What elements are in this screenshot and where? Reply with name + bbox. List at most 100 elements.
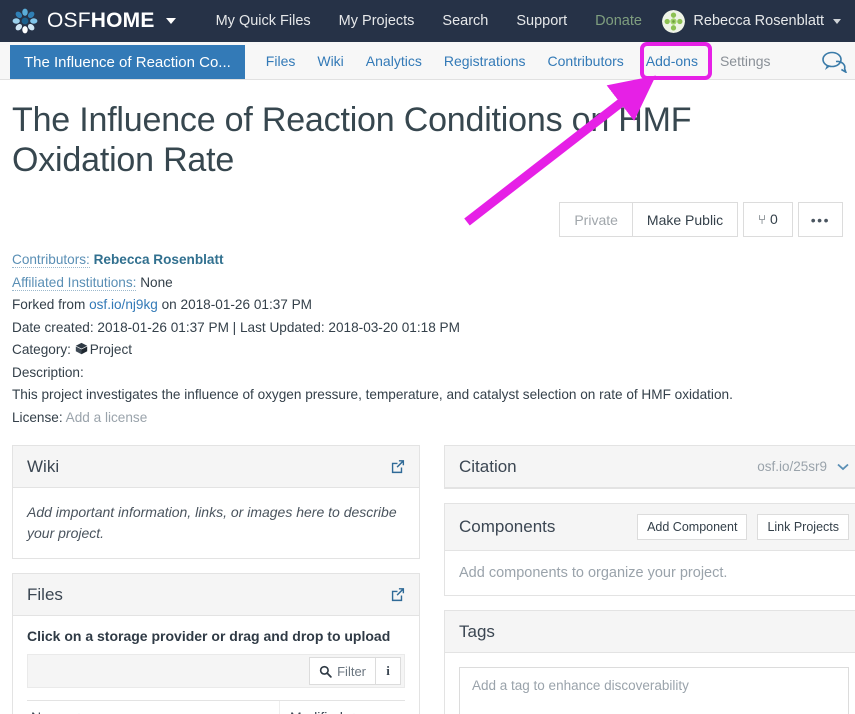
contributors-label[interactable]: Contributors: — [12, 252, 90, 268]
license-label: License: — [12, 410, 63, 425]
files-filter-bar: Filter i — [27, 654, 405, 688]
meta-category: Category: Project — [12, 339, 843, 362]
brand-label: OSFHOME — [47, 9, 155, 33]
meta-forked-from: Forked from osf.io/nj9kg on 2018-01-26 0… — [12, 294, 843, 317]
category-label: Category: — [12, 342, 71, 357]
nav-link-my-projects[interactable]: My Projects — [325, 0, 429, 42]
meta-license: License: Add a license — [12, 407, 843, 430]
external-link-icon[interactable] — [390, 459, 405, 474]
subnav-item-addons[interactable]: Add-ons — [635, 42, 709, 79]
components-panel-header: Components Add Component Link Projects — [445, 504, 855, 551]
meta-contributors: Contributors: Rebecca Rosenblatt — [12, 249, 843, 272]
left-column: Wiki Add important information, links, o… — [12, 445, 420, 714]
brand-home: HOME — [91, 9, 155, 32]
files-panel-actions — [390, 587, 405, 602]
nav-link-my-quick-files[interactable]: My Quick Files — [202, 0, 325, 42]
nav-link-support[interactable]: Support — [502, 0, 581, 42]
last-updated-value: 2018-03-20 01:18 PM — [328, 320, 460, 335]
forked-from-link[interactable]: osf.io/nj9kg — [89, 297, 158, 312]
subnav-item-files[interactable]: Files — [255, 42, 307, 79]
navbar-right: Rebecca Rosenblatt — [662, 10, 845, 33]
wiki-panel-title: Wiki — [27, 457, 59, 477]
project-tab[interactable]: The Influence of Reaction Co... — [10, 45, 245, 79]
subnav-item-wiki[interactable]: Wiki — [306, 42, 354, 79]
chat-bubble-icon[interactable] — [821, 49, 847, 73]
nav-link-search[interactable]: Search — [428, 0, 502, 42]
files-upload-prompt: Click on a storage provider or drag and … — [13, 616, 419, 644]
tags-panel: Tags Add a tag to enhance discoverabilit… — [444, 610, 855, 714]
filter-button[interactable]: Filter — [309, 657, 376, 685]
right-column: Citation osf.io/25sr9 Components Add Com… — [444, 445, 855, 714]
project-actions: Private Make Public ⑂0 ••• — [12, 202, 843, 237]
add-component-button[interactable]: Add Component — [637, 514, 747, 540]
more-options-button[interactable]: ••• — [798, 202, 843, 237]
files-panel: Files Click on a storage provider or dra… — [12, 573, 420, 714]
user-menu[interactable]: Rebecca Rosenblatt — [662, 10, 845, 33]
components-panel: Components Add Component Link Projects A… — [444, 503, 855, 596]
osf-logo-icon — [12, 8, 38, 34]
subnav-item-analytics[interactable]: Analytics — [355, 42, 433, 79]
components-panel-title: Components — [459, 517, 555, 537]
wiki-panel: Wiki Add important information, links, o… — [12, 445, 420, 559]
affiliated-institutions-label[interactable]: Affiliated Institutions: — [12, 275, 136, 291]
add-license-link[interactable]: Add a license — [66, 410, 148, 425]
user-name-label: Rebecca Rosenblatt — [693, 13, 824, 29]
nav-link-donate[interactable]: Donate — [581, 0, 656, 42]
brand-osf: OSF — [47, 9, 91, 32]
column-header-name-label: Name — [31, 709, 68, 714]
citation-panel-actions: osf.io/25sr9 — [757, 459, 849, 474]
wiki-panel-actions — [390, 459, 405, 474]
page-title: The Influence of Reaction Conditions on … — [12, 100, 822, 180]
filter-label: Filter — [337, 664, 366, 679]
files-panel-body: Click on a storage provider or drag and … — [13, 616, 419, 714]
tag-input[interactable]: Add a tag to enhance discoverability — [459, 667, 849, 714]
wiki-panel-header: Wiki — [13, 446, 419, 488]
cube-icon — [75, 342, 88, 355]
top-navbar: OSFHOME My Quick Files My Projects Searc… — [0, 0, 855, 42]
fork-count: 0 — [770, 211, 778, 227]
subnav-right — [821, 42, 855, 79]
avatar — [662, 10, 685, 33]
date-created-label: Date created: — [12, 320, 94, 335]
meta-institutions: Affiliated Institutions: None — [12, 272, 843, 295]
citation-panel-title: Citation — [459, 457, 517, 477]
components-panel-body: Add components to organize your project. — [445, 551, 855, 595]
main-content: The Influence of Reaction Conditions on … — [0, 100, 855, 714]
search-icon — [319, 665, 332, 678]
column-header-modified: Modified — [279, 701, 405, 714]
wiki-panel-body: Add important information, links, or ima… — [13, 488, 419, 558]
citation-panel: Citation osf.io/25sr9 — [444, 445, 855, 489]
meta-description-value: This project investigates the influence … — [12, 384, 843, 407]
files-panel-title: Files — [27, 585, 63, 605]
forked-suffix: on 2018-01-26 01:37 PM — [162, 297, 312, 312]
forked-prefix: Forked from — [12, 297, 85, 312]
affiliated-institutions-value: None — [140, 275, 173, 290]
fork-button[interactable]: ⑂0 — [743, 202, 793, 237]
files-table-header: Name Modified — [27, 701, 405, 714]
external-link-icon[interactable] — [390, 587, 405, 602]
chevron-down-icon[interactable] — [166, 18, 176, 24]
subnav-item-registrations[interactable]: Registrations — [433, 42, 537, 79]
subnav-item-contributors[interactable]: Contributors — [537, 42, 635, 79]
make-public-button[interactable]: Make Public — [632, 202, 738, 237]
date-created-value: 2018-01-26 01:37 PM — [97, 320, 229, 335]
components-placeholder-text: Add components to organize your project. — [459, 565, 849, 581]
meta-separator: | — [233, 320, 237, 335]
wiki-placeholder-text: Add important information, links, or ima… — [27, 502, 405, 544]
chevron-down-icon[interactable] — [837, 463, 849, 471]
meta-description-label: Description: — [12, 362, 843, 385]
private-button[interactable]: Private — [559, 202, 633, 237]
link-projects-button[interactable]: Link Projects — [757, 514, 849, 540]
files-table: Name Modified — [27, 700, 405, 714]
subnav-links: Files Wiki Analytics Registrations Contr… — [255, 42, 782, 79]
subnav-item-settings[interactable]: Settings — [709, 42, 782, 79]
column-header-name: Name — [27, 701, 279, 714]
column-header-modified-label: Modified — [290, 709, 343, 714]
citation-panel-header[interactable]: Citation osf.io/25sr9 — [445, 446, 855, 488]
files-info-button[interactable]: i — [375, 657, 401, 685]
tags-panel-header: Tags — [445, 611, 855, 653]
contributors-value[interactable]: Rebecca Rosenblatt — [94, 252, 224, 267]
chevron-down-icon[interactable] — [833, 19, 841, 24]
meta-dates: Date created: 2018-01-26 01:37 PM | Last… — [12, 317, 843, 340]
osf-home-brand[interactable]: OSFHOME — [12, 8, 176, 34]
